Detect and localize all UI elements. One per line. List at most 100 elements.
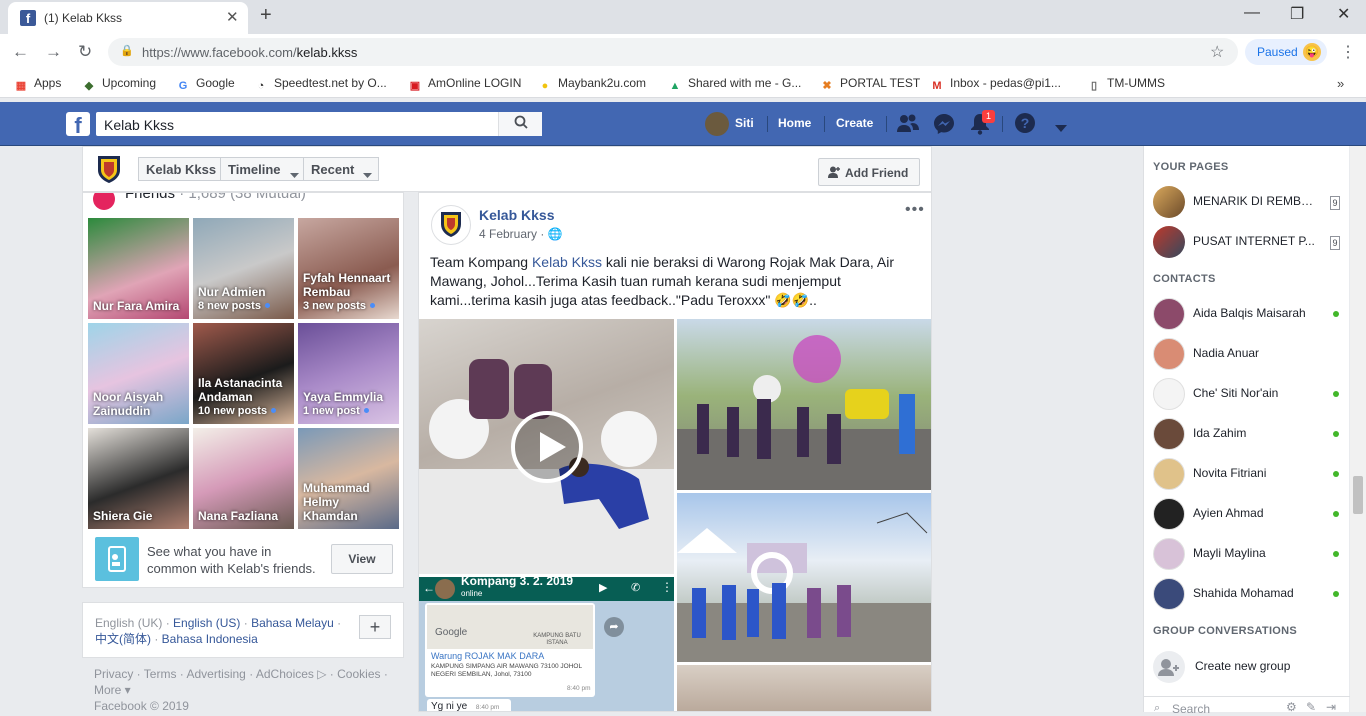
nav-home-link[interactable]: Home (778, 116, 811, 130)
group-conversations-heading: GROUP CONVERSATIONS (1153, 625, 1298, 637)
friend-tile[interactable]: Ila Astanacinta Andaman 10 new posts (193, 323, 294, 424)
back-icon[interactable]: ← (12, 42, 29, 62)
contact-avatar (1153, 498, 1185, 530)
restore-icon[interactable]: ❐ (1290, 4, 1304, 24)
chat-bubble: Yg ni ye 8:40 pm (427, 699, 511, 711)
footer-link-privacy[interactable]: Privacy (94, 667, 133, 681)
friend-tile[interactable]: Muhammad Helmy Khamdan (298, 428, 399, 529)
close-window-icon[interactable]: ✕ (1337, 4, 1350, 24)
crumb-timeline[interactable]: Timeline (220, 157, 306, 181)
bookmark-item[interactable]: G Google (176, 76, 235, 93)
more-languages-button[interactable]: + (359, 615, 391, 639)
chrome-menu-icon[interactable]: ⋮ (1340, 42, 1356, 62)
reload-icon[interactable]: ↻ (78, 42, 92, 62)
language-link[interactable]: Bahasa Melayu (251, 616, 334, 630)
create-group-item[interactable]: Create new group (1153, 649, 1343, 685)
page-item[interactable]: MENARIK DI REMBAU 9 (1153, 184, 1343, 220)
bookmark-item[interactable]: ▣ AmOnline LOGIN (408, 76, 522, 93)
footer-link-terms[interactable]: Terms (144, 667, 177, 681)
post-date[interactable]: 4 February · 🌐 (479, 227, 563, 241)
more-bookmarks-icon[interactable]: » (1337, 76, 1344, 91)
help-icon[interactable]: ? (1014, 112, 1036, 139)
nav-create-link[interactable]: Create (836, 116, 873, 130)
post-photo-2[interactable] (677, 493, 931, 662)
footer-link-more[interactable]: More (94, 683, 121, 697)
friends-heading[interactable]: Friends · 1,689 (38 Mutual) (93, 193, 306, 210)
profile-paused-button[interactable]: Paused 😜 (1245, 39, 1327, 65)
fb-search-input[interactable]: Kelab Kkss (96, 112, 542, 136)
lock-icon[interactable]: 🔒 (120, 44, 134, 57)
sidebar-search-bar[interactable]: ⌕ Search ⚙ ✎ ⇥ (1144, 696, 1350, 716)
crumb-recent[interactable]: Recent (303, 157, 380, 181)
bookmark-star-icon[interactable]: ☆ (1210, 42, 1224, 62)
post-photo-1[interactable] (677, 319, 931, 490)
bookmark-item[interactable]: ▦ Apps (14, 76, 62, 93)
bookmark-item[interactable]: ● Maybank2u.com (538, 76, 646, 93)
fb-footer: Privacy · Terms · Advertising · AdChoice… (94, 667, 388, 713)
friend-tile[interactable]: Noor Aisyah Zainuddin (88, 323, 189, 424)
post-photo-chat[interactable]: ← Kompang 3. 2. 2019 online ▶ ✆ ⋮ Google… (419, 577, 674, 711)
contact-item[interactable]: Aida Balqis Maisarah (1153, 296, 1343, 332)
crumb-page-name[interactable]: Kelab Kkss (138, 157, 225, 181)
contact-name: Shahida Mohamad (1193, 586, 1294, 600)
friend-tile[interactable]: Nur Admien 8 new posts (193, 218, 294, 319)
minimize-icon[interactable]: — (1244, 4, 1260, 22)
contact-item[interactable]: Ayien Ahmad (1153, 496, 1343, 532)
bookmark-item[interactable]: ▯ TM-UMMS (1087, 76, 1165, 93)
footer-link-cookies[interactable]: Cookies (337, 667, 380, 681)
friend-requests-icon[interactable] (897, 113, 919, 138)
page-scrollbar[interactable] (1350, 146, 1366, 712)
contact-item[interactable]: Novita Fitriani (1153, 456, 1343, 492)
bookmark-item[interactable]: ◆ Upcoming (82, 76, 156, 93)
post-author-avatar[interactable] (431, 205, 471, 245)
footer-link-adchoices[interactable]: AdChoices (256, 667, 314, 681)
friend-tile[interactable]: Nana Fazliana (193, 428, 294, 529)
svg-text:?: ? (1021, 115, 1030, 131)
url-text[interactable]: https://www.facebook.com/kelab.kkss (142, 45, 357, 60)
play-video-icon[interactable] (511, 411, 583, 483)
forward-icon[interactable]: → (45, 42, 62, 62)
facebook-logo-icon[interactable]: f (66, 112, 90, 138)
gmail-icon: M (932, 80, 942, 92)
add-friend-button[interactable]: Add Friend (818, 158, 920, 186)
contact-item[interactable]: Che' Siti Nor'ain (1153, 376, 1343, 412)
language-link[interactable]: English (US) (173, 616, 240, 630)
post-video[interactable] (419, 319, 674, 574)
language-link[interactable]: 中文(简体) (95, 632, 151, 646)
user-avatar[interactable] (705, 112, 729, 136)
footer-link-advertising[interactable]: Advertising (186, 667, 245, 681)
post-photo-3[interactable] (677, 665, 931, 711)
friend-tile[interactable]: Nur Fara Amira (88, 218, 189, 319)
url-bar[interactable]: 🔒 https://www.facebook.com/kelab.kkss ☆ (108, 38, 1238, 66)
nav-profile-link[interactable]: Siti (735, 116, 754, 130)
post-author-name[interactable]: Kelab Kkss (479, 207, 554, 223)
crumb-recent-label: Recent (311, 162, 355, 177)
contact-item[interactable]: Nadia Anuar (1153, 336, 1343, 372)
friend-tile[interactable]: Yaya Emmylia 1 new post (298, 323, 399, 424)
view-common-button[interactable]: View (331, 544, 393, 574)
friend-tile[interactable]: Shiera Gie (88, 428, 189, 529)
close-tab-icon[interactable]: ✕ (226, 8, 239, 26)
account-menu-icon[interactable] (1054, 118, 1068, 139)
bookmark-item[interactable]: M Inbox - pedas@pi1... (930, 76, 1061, 93)
post-mention-link[interactable]: Kelab Kkss (532, 254, 602, 270)
bookmark-item[interactable]: ▲ Shared with me - G... (668, 76, 802, 93)
club-logo-icon[interactable] (95, 153, 123, 185)
browser-tab[interactable]: f (1) Kelab Kkss ✕ (8, 2, 248, 34)
new-tab-icon[interactable]: + (260, 4, 272, 27)
post-options-icon[interactable]: ••• (905, 201, 925, 219)
search-icon[interactable] (498, 112, 542, 136)
language-link[interactable]: Bahasa Indonesia (162, 632, 258, 646)
bookmark-item[interactable]: ◔ Speedtest.net by O... (254, 76, 387, 93)
page-item[interactable]: PUSAT INTERNET P... 9 (1153, 224, 1343, 260)
contact-item[interactable]: Mayli Maylina (1153, 536, 1343, 572)
friend-caption: Nur Fara Amira (93, 299, 185, 313)
contacts-heading: CONTACTS (1153, 273, 1216, 285)
contact-item[interactable]: Shahida Mohamad (1153, 576, 1343, 612)
online-status-dot (1333, 391, 1339, 397)
bookmark-item[interactable]: ✖ PORTAL TEST (820, 76, 920, 93)
friend-tile[interactable]: Fyfah Hennaart Rembau 3 new posts (298, 218, 399, 319)
contact-item[interactable]: Ida Zahim (1153, 416, 1343, 452)
messenger-icon[interactable] (933, 113, 955, 140)
page-scrollbar-thumb[interactable] (1353, 476, 1363, 514)
